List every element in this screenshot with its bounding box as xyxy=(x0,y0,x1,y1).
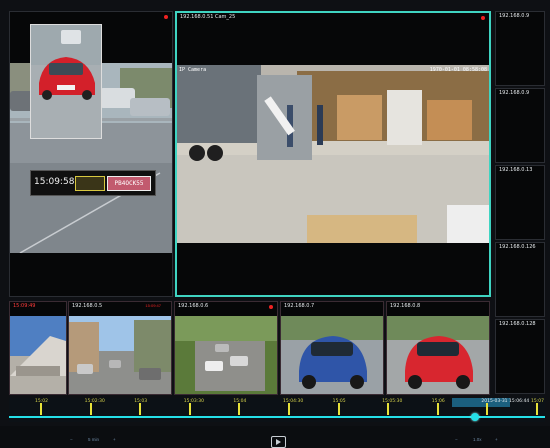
camera-label: 192.168.0.9 xyxy=(499,13,530,19)
timeline-tick xyxy=(486,403,489,415)
timeline-tick xyxy=(139,403,142,415)
timeline-tick xyxy=(436,403,439,415)
timeline-label: 15:05:30 xyxy=(382,399,403,404)
timeline-label: 15:03:30 xyxy=(183,399,205,404)
camera-label: 192.168.0.6 xyxy=(178,303,209,309)
camera-label: 192.168.0.126 xyxy=(499,244,536,250)
left-plus-button[interactable]: + xyxy=(113,437,116,442)
timeline-tick xyxy=(387,403,390,415)
right-camera-3[interactable]: 192.168.0.13 xyxy=(495,165,545,240)
center-camera-label: 192.168.0.51 Cam_25 xyxy=(180,14,236,20)
bottom-camera-5[interactable]: 192.168.0.8 xyxy=(386,301,490,395)
camera-label: 192.168.0.8 xyxy=(390,303,421,309)
timeline-label: 15:04:30 xyxy=(283,399,304,404)
timeline-label: 15:07 xyxy=(531,399,544,404)
camera-time: 15:09:47 xyxy=(145,303,161,308)
right-camera-4[interactable]: 192.168.0.126 xyxy=(495,242,545,317)
timeline-label: 15:02 xyxy=(35,399,48,404)
bottom-camera-3[interactable]: 192.168.0.6 xyxy=(174,301,278,395)
bottom-camera-2[interactable]: 192.168.0.5 15:09:47 xyxy=(68,301,172,395)
timeline-label: 15:06 xyxy=(431,399,445,404)
zoom-inset-image xyxy=(31,25,101,138)
camera-label: 192.168.0.128 xyxy=(499,321,536,327)
blue-car-scene-image xyxy=(281,316,383,394)
timeline-tick xyxy=(337,403,340,415)
record-indicator xyxy=(481,16,485,20)
right-speed-value: 1.0x xyxy=(473,437,482,442)
right-camera-5[interactable]: 192.168.0.128 xyxy=(495,319,545,394)
timeline-label: 15:05 xyxy=(332,399,346,404)
plate-text: PB4OCK55 xyxy=(107,176,151,191)
timeline-tick xyxy=(40,403,42,415)
yard-scene-image xyxy=(177,65,489,243)
plate-overlay: 15:09:58 PB4OCK55 xyxy=(30,170,156,196)
timeline-label: 2015-03-31 15:06:44 xyxy=(481,399,530,404)
buildings-scene-image xyxy=(10,316,66,394)
center-camera-tile[interactable]: 192.168.0.51 Cam_25 IP Camera 1970-01-01… xyxy=(175,11,491,297)
timeline-tick xyxy=(89,403,92,415)
play-icon xyxy=(276,439,281,445)
play-button[interactable] xyxy=(271,436,286,448)
bottom-camera-1[interactable]: 15:09:49 xyxy=(9,301,67,395)
osd-datetime: 1970-01-01 08:58:08 xyxy=(429,67,487,73)
parking-scene-image xyxy=(175,316,277,394)
record-indicator xyxy=(269,305,273,309)
camera-time: 15:09:49 xyxy=(13,303,36,309)
left-speed-value: 5 min xyxy=(88,437,100,442)
timeline-label: 15:04 xyxy=(233,399,247,404)
camera-label: 192.168.0.9 xyxy=(499,90,530,96)
red-car-scene-image xyxy=(387,316,489,394)
bottom-camera-4[interactable]: 192.168.0.7 xyxy=(280,301,384,395)
yard-scene: IP Camera 1970-01-01 08:58:08 xyxy=(177,65,489,243)
plate-crop xyxy=(75,176,105,191)
timeline-tick xyxy=(288,403,290,415)
timeline-tick xyxy=(238,403,241,415)
right-camera-1[interactable]: 192.168.0.9 xyxy=(495,11,545,86)
record-indicator xyxy=(164,15,168,19)
left-minus-button[interactable]: − xyxy=(70,437,73,442)
camera-label: 192.168.0.5 xyxy=(72,303,103,309)
osd-camera-name: IP Camera xyxy=(179,67,207,73)
main-left-tile[interactable]: 15:09:58 PB4OCK55 xyxy=(9,11,173,297)
right-camera-2[interactable]: 192.168.0.9 xyxy=(495,88,545,163)
camera-label: 192.168.0.13 xyxy=(499,167,533,173)
timeline-tick xyxy=(536,403,538,415)
right-minus-button[interactable]: − xyxy=(455,437,458,442)
street-row-scene-image xyxy=(69,316,171,394)
timeline-bar xyxy=(9,416,545,418)
timeline-tick xyxy=(188,403,191,415)
timeline-label: 15:03 xyxy=(134,399,148,404)
timeline-label: 15:02:30 xyxy=(84,399,105,404)
camera-label: 192.168.0.7 xyxy=(284,303,315,309)
overlay-time: 15:09:58 xyxy=(34,177,75,187)
right-plus-button[interactable]: + xyxy=(495,437,498,442)
zoom-inset xyxy=(30,24,102,139)
